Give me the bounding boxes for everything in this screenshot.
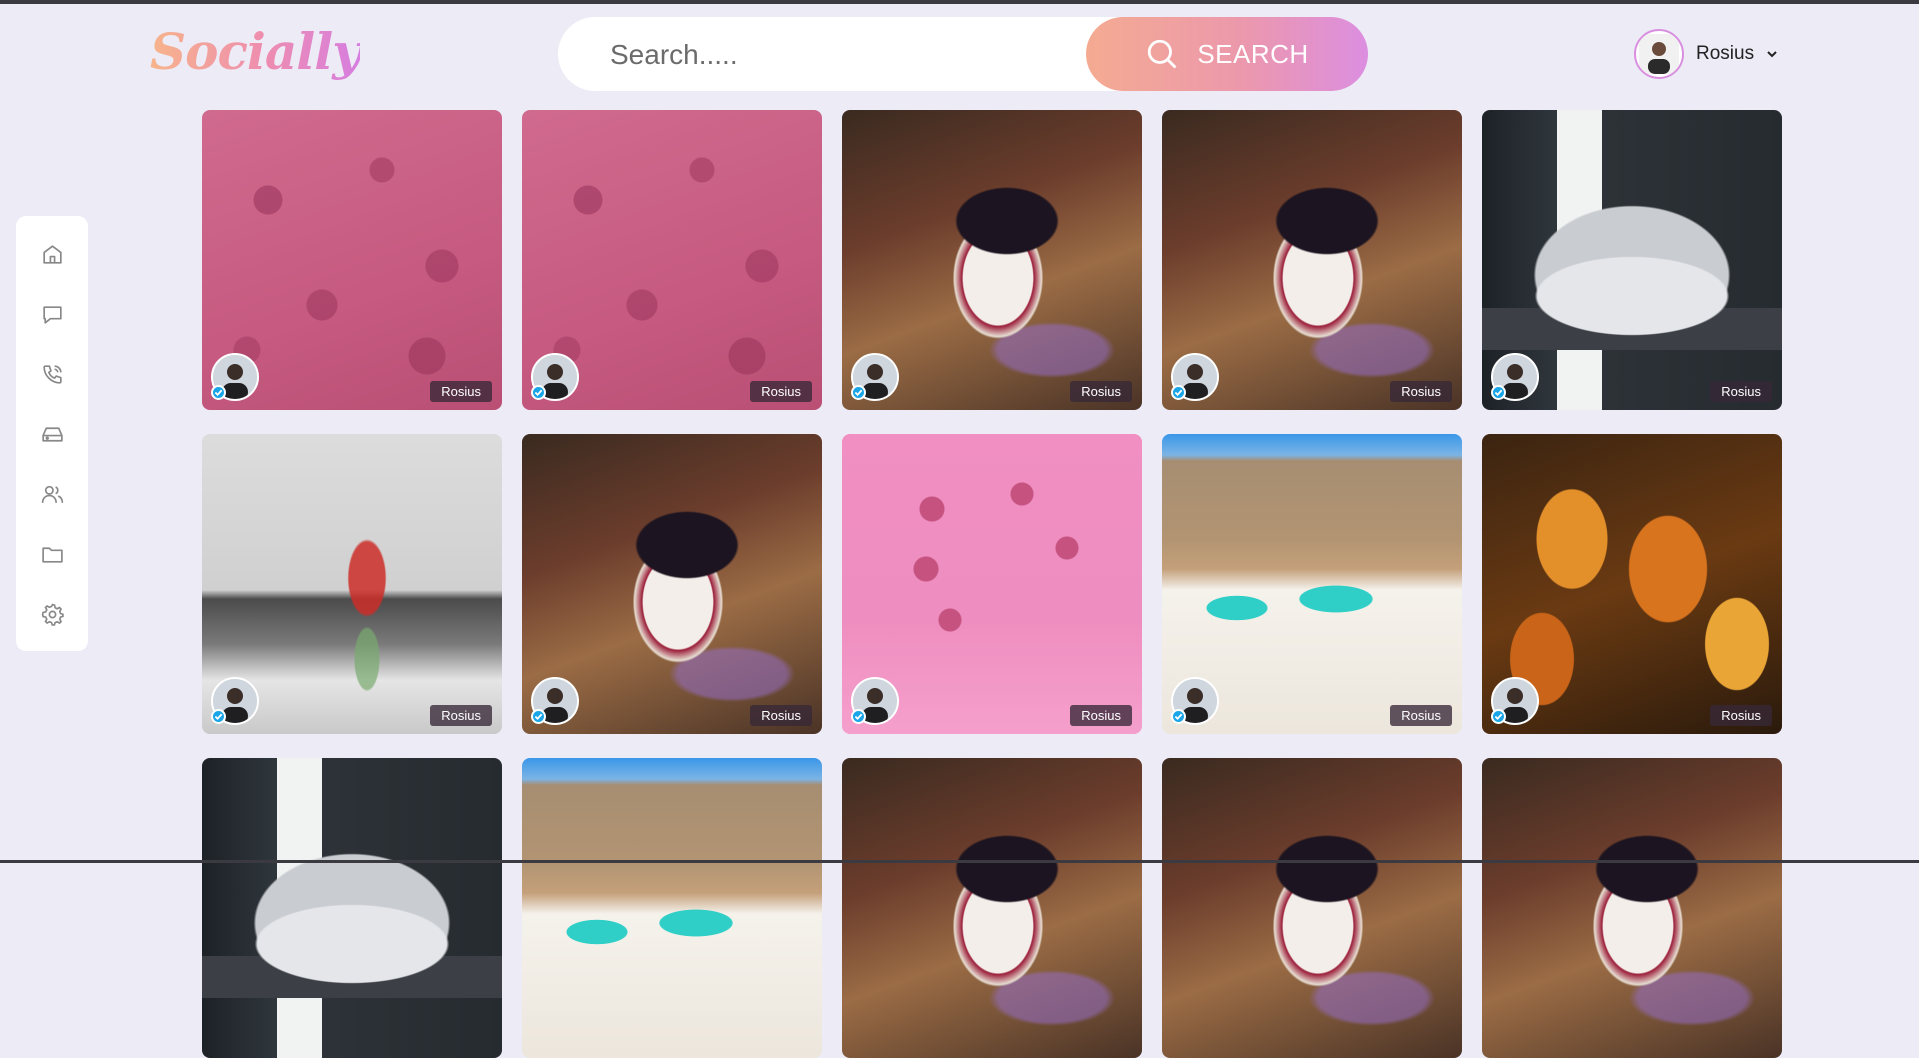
post-card[interactable]: Rosius: [842, 110, 1142, 410]
post-card[interactable]: Rosius: [1162, 110, 1462, 410]
post-card[interactable]: [1482, 758, 1782, 1058]
post-image: [1482, 758, 1782, 1058]
avatar: [1634, 29, 1684, 79]
user-photo-icon: [1639, 34, 1679, 74]
post-grid: Rosius Rosius Rosius Rosius Rosius Rosiu…: [202, 110, 1782, 1058]
post-card[interactable]: Rosius: [202, 110, 502, 410]
sidebar-item-settings[interactable]: [34, 596, 70, 632]
post-card[interactable]: Rosius: [842, 434, 1142, 734]
user-name: Rosius: [1696, 43, 1755, 64]
post-card[interactable]: Rosius: [522, 434, 822, 734]
post-author-label[interactable]: Rosius: [1390, 381, 1452, 402]
app-logo[interactable]: Socially: [150, 22, 361, 81]
sidebar-item-calls[interactable]: [34, 356, 70, 392]
sidebar: [16, 216, 88, 651]
drive-icon: [41, 426, 63, 442]
post-author-label[interactable]: Rosius: [1070, 705, 1132, 726]
verified-badge-icon: [851, 709, 866, 724]
post-card[interactable]: [1162, 758, 1462, 1058]
search-input[interactable]: [608, 17, 1132, 93]
post-author-label[interactable]: Rosius: [750, 381, 812, 402]
search-bar: SEARCH: [558, 17, 1368, 93]
post-image: [202, 758, 502, 1058]
post-image: [1162, 758, 1462, 1058]
post-card[interactable]: Rosius: [202, 434, 502, 734]
sidebar-item-people[interactable]: [34, 476, 70, 512]
verified-badge-icon: [1171, 385, 1186, 400]
post-author-label[interactable]: Rosius: [1710, 381, 1772, 402]
phone-icon: [42, 364, 62, 384]
sidebar-item-messages[interactable]: [34, 296, 70, 332]
verified-badge-icon: [211, 709, 226, 724]
verified-badge-icon: [211, 385, 226, 400]
verified-badge-icon: [531, 385, 546, 400]
window-top-border: [0, 0, 1919, 4]
post-card[interactable]: [522, 758, 822, 1058]
gear-icon: [41, 603, 64, 626]
post-author-label[interactable]: Rosius: [1070, 381, 1132, 402]
post-card[interactable]: Rosius: [1482, 110, 1782, 410]
post-card[interactable]: [202, 758, 502, 1058]
search-button[interactable]: SEARCH: [1086, 17, 1368, 91]
user-menu[interactable]: Rosius: [1634, 29, 1778, 79]
verified-badge-icon: [1491, 385, 1506, 400]
verified-badge-icon: [1491, 709, 1506, 724]
verified-badge-icon: [1171, 709, 1186, 724]
folder-icon: [41, 546, 63, 563]
chat-icon: [42, 305, 62, 324]
post-author-label[interactable]: Rosius: [430, 381, 492, 402]
post-author-label[interactable]: Rosius: [430, 705, 492, 726]
post-image: [522, 758, 822, 1058]
sidebar-item-storage[interactable]: [34, 416, 70, 452]
home-icon: [42, 244, 62, 264]
sidebar-item-files[interactable]: [34, 536, 70, 572]
post-card[interactable]: [842, 758, 1142, 1058]
post-image: [842, 758, 1142, 1058]
post-author-label[interactable]: Rosius: [750, 705, 812, 726]
verified-badge-icon: [851, 385, 866, 400]
search-icon: [1148, 39, 1177, 69]
post-card[interactable]: Rosius: [1162, 434, 1462, 734]
users-icon: [41, 485, 63, 503]
post-card[interactable]: Rosius: [1482, 434, 1782, 734]
verified-badge-icon: [531, 709, 546, 724]
post-author-label[interactable]: Rosius: [1710, 705, 1772, 726]
sidebar-item-home[interactable]: [34, 236, 70, 272]
post-card[interactable]: Rosius: [522, 110, 822, 410]
search-button-label: SEARCH: [1197, 38, 1309, 69]
chevron-down-icon: [1767, 51, 1777, 58]
post-author-label[interactable]: Rosius: [1390, 705, 1452, 726]
